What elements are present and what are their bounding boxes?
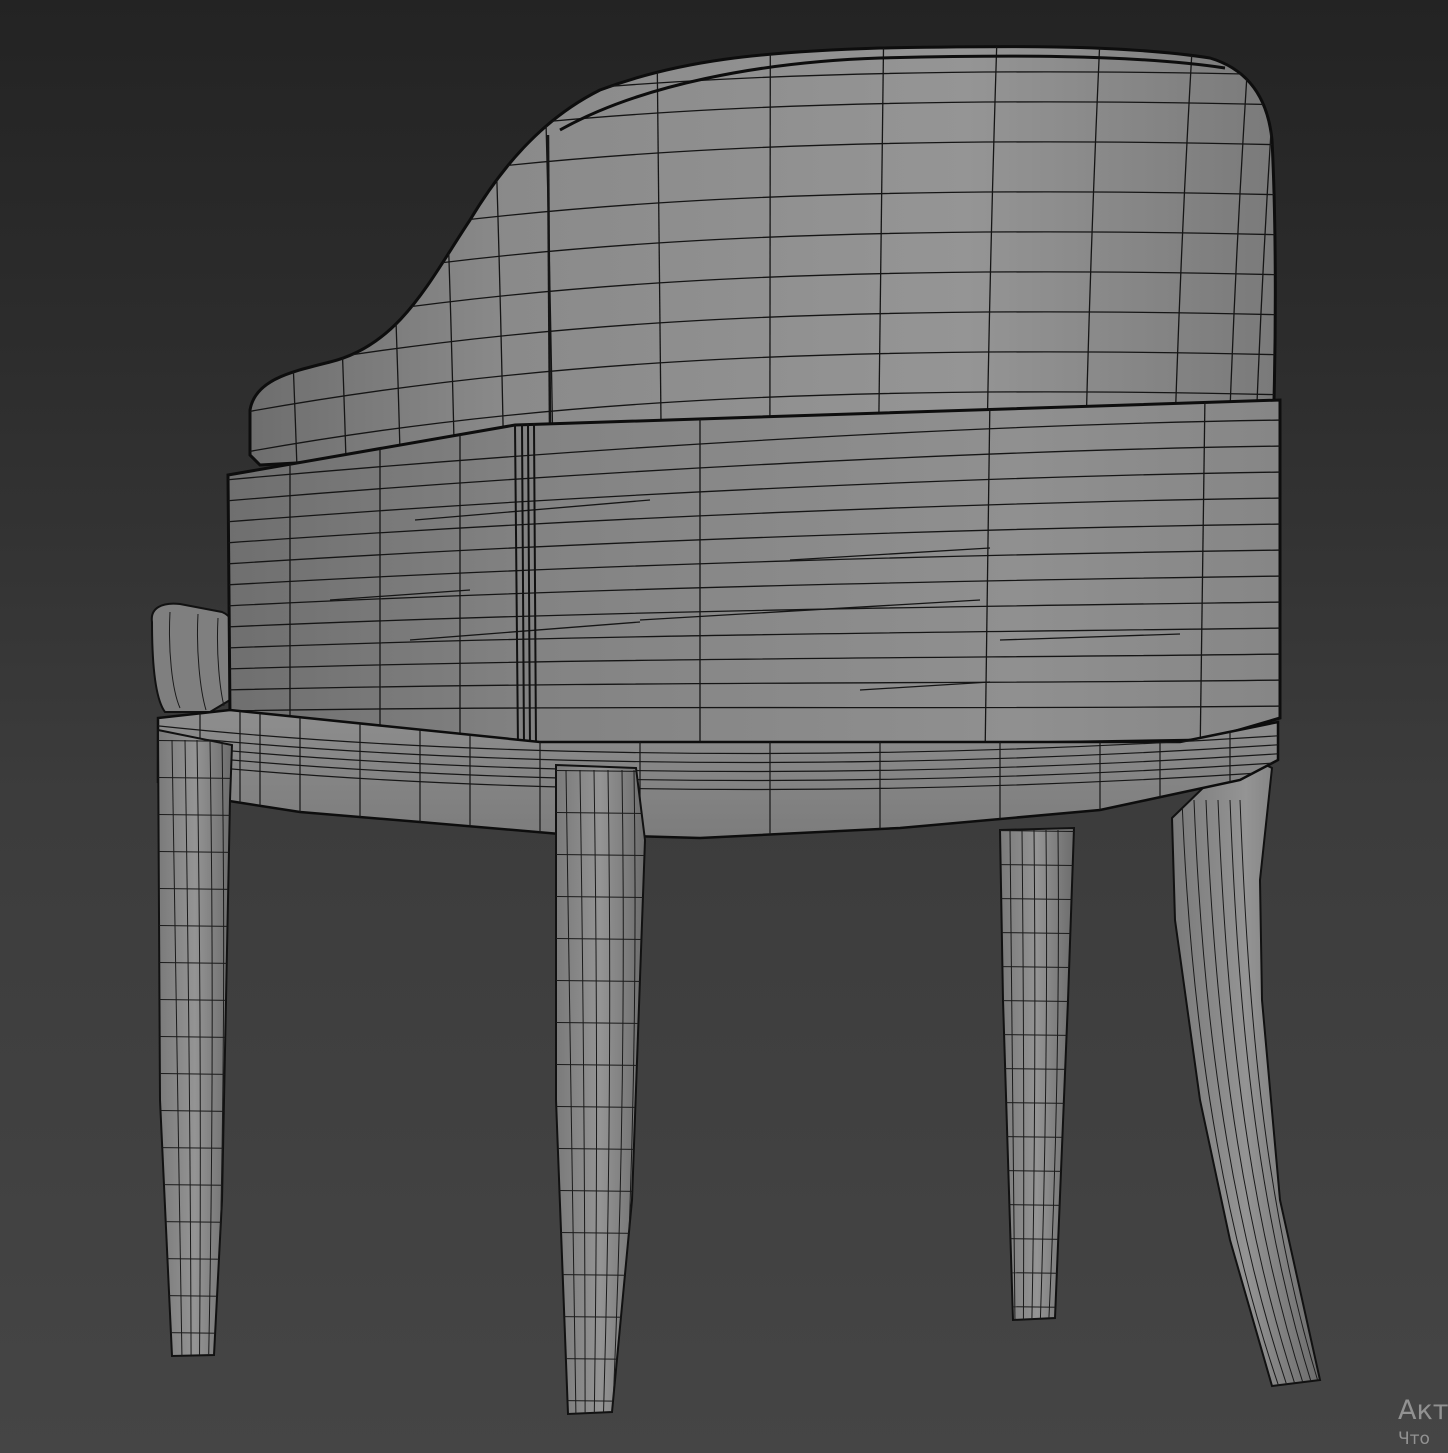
back-band[interactable]	[225, 395, 1285, 760]
front-right-leg[interactable]	[506, 763, 694, 1420]
chair-model-render[interactable]	[0, 0, 1448, 1453]
back-left-leg[interactable]	[950, 826, 1118, 1325]
back-right-leg[interactable]	[1170, 750, 1322, 1390]
front-left-leg[interactable]	[112, 728, 282, 1360]
armrest[interactable]	[150, 602, 235, 713]
3d-viewport[interactable]: Акт Что	[0, 0, 1448, 1453]
